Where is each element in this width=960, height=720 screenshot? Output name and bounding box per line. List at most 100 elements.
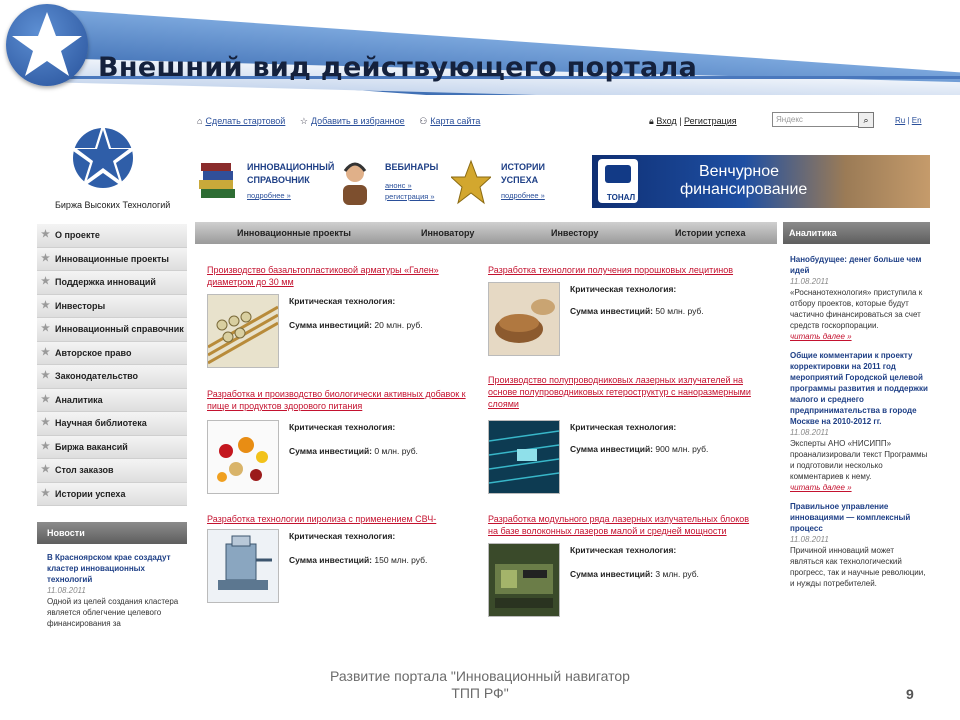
investment-label: Сумма инвестиций: bbox=[570, 306, 654, 316]
analytics-date: 11.08.2011 bbox=[790, 428, 829, 437]
venture-banner[interactable]: ТОНАЛ Венчурное финансирование bbox=[592, 155, 930, 208]
analytics-text: «Роснанотехнология» приступила к отбору … bbox=[790, 288, 923, 330]
investment-label: Сумма инвестиций: bbox=[289, 320, 373, 330]
analytics-title[interactable]: Общие комментарии к проекту корректировк… bbox=[790, 350, 928, 427]
left-nav: О проекте Инновационные проекты Поддержк… bbox=[37, 224, 187, 506]
news-date: 11.08.2011 bbox=[47, 586, 86, 595]
promo-more-link[interactable]: подробнее » bbox=[247, 191, 291, 200]
gold-star-icon bbox=[451, 159, 491, 205]
lecithin-powder-image bbox=[488, 282, 560, 356]
investment-label: Сумма инвестиций: bbox=[570, 569, 654, 579]
register-link[interactable]: Регистрация bbox=[684, 116, 737, 126]
investment-label: Сумма инвестиций: bbox=[289, 446, 373, 456]
nav-item-library[interactable]: Научная библиотека bbox=[37, 412, 187, 436]
top-links: ⌂ Сделать стартовой ☆ Добавить в избранное… bbox=[197, 116, 492, 127]
promo-title-line1: ИННОВАЦИОННЫЙ bbox=[247, 162, 335, 172]
books-icon bbox=[199, 163, 235, 198]
analytics-date: 11.08.2011 bbox=[790, 277, 829, 286]
rebar-image bbox=[207, 294, 279, 368]
nav-item-jobs[interactable]: Биржа вакансий bbox=[37, 435, 187, 459]
tab-investor[interactable]: Инвестору bbox=[551, 228, 598, 238]
analytics-title[interactable]: Нанобудущее: денег больше чем идей bbox=[790, 254, 928, 276]
read-more-link[interactable]: читать далее » bbox=[790, 331, 928, 342]
portal-logo[interactable]: Биржа Высоких Технологий bbox=[47, 112, 187, 212]
login-link[interactable]: Вход bbox=[656, 116, 676, 126]
news-item[interactable]: В Красноярском крае создадут кластер инн… bbox=[47, 552, 183, 629]
lang-ru-link[interactable]: Ru bbox=[895, 116, 905, 125]
news-title[interactable]: В Красноярском крае создадут кластер инн… bbox=[47, 552, 183, 585]
project-title-link[interactable]: Разработка технологии получения порошков… bbox=[488, 264, 758, 276]
login-separator: | bbox=[676, 116, 685, 126]
analytics-list: Нанобудущее: денег больше чем идей 11.08… bbox=[790, 254, 928, 589]
lang-en-link[interactable]: En bbox=[912, 116, 922, 125]
promo-register-link[interactable]: регистрация » bbox=[385, 192, 435, 201]
banner-line1: Венчурное bbox=[698, 163, 780, 180]
add-favorites-link[interactable]: Добавить в избранное bbox=[311, 116, 405, 126]
tab-success-stories[interactable]: Истории успеха bbox=[675, 228, 745, 238]
project-title-link[interactable]: Разработка модульного ряда лазерных излу… bbox=[488, 513, 758, 537]
tab-innovative-projects[interactable]: Инновационные проекты bbox=[237, 228, 351, 238]
promo-more-link[interactable]: подробнее » bbox=[501, 191, 545, 200]
project-card[interactable]: Разработка технологии пиролиза с примене… bbox=[207, 513, 477, 633]
investment-value: 0 млн. руб. bbox=[374, 446, 418, 456]
portal-screenshot: Биржа Высоких Технологий ⌂ Сделать старто… bbox=[37, 104, 930, 644]
star-logo-icon bbox=[6, 4, 88, 86]
critical-tech-label: Критическая технология: bbox=[570, 284, 677, 294]
analytics-item[interactable]: Правильное управление инновациями — комп… bbox=[790, 501, 928, 589]
project-title-link[interactable]: Разработка и производство биологически а… bbox=[207, 388, 477, 412]
nav-item-copyright[interactable]: Авторское право bbox=[37, 341, 187, 365]
analytics-item[interactable]: Нанобудущее: денег больше чем идей 11.08… bbox=[790, 254, 928, 342]
project-card[interactable]: Разработка технологии получения порошков… bbox=[488, 264, 758, 384]
headset-person-icon bbox=[343, 162, 367, 205]
analytics-header: Аналитика bbox=[783, 222, 930, 244]
project-card[interactable]: Производство полупроводниковых лазерных … bbox=[488, 374, 758, 494]
make-start-link[interactable]: Сделать стартовой bbox=[205, 116, 285, 126]
promo-announce-link[interactable]: анонс » bbox=[385, 181, 412, 190]
pyrolysis-unit-image bbox=[207, 529, 279, 603]
promo-title-line2: СПРАВОЧНИК bbox=[247, 175, 310, 185]
investment-value: 3 млн. руб. bbox=[655, 569, 699, 579]
sitemap-icon: ⚇ bbox=[419, 116, 428, 126]
analytics-text: Эксперты АНО «НИСИПП» проанализировали т… bbox=[790, 439, 928, 481]
search-icon[interactable]: ⌕ bbox=[858, 112, 874, 128]
analytics-text: Причиной инноваций может являться как те… bbox=[790, 546, 926, 588]
critical-tech-label: Критическая технология: bbox=[570, 422, 677, 432]
project-card[interactable]: Разработка модульного ряда лазерных излу… bbox=[488, 513, 758, 633]
nav-item-investors[interactable]: Инвесторы bbox=[37, 294, 187, 318]
page-number: 9 bbox=[906, 686, 914, 702]
critical-tech-label: Критическая технология: bbox=[289, 296, 396, 306]
promo-title-line1: ВЕБИНАРЫ bbox=[385, 162, 439, 172]
nav-item-orders[interactable]: Стол заказов bbox=[37, 459, 187, 483]
tonal-brand-text: ТОНАЛ bbox=[606, 193, 636, 202]
banner-line2: финансирование bbox=[680, 181, 808, 198]
analytics-item[interactable]: Общие комментарии к проекту корректировк… bbox=[790, 350, 928, 493]
sitemap-link[interactable]: Карта сайта bbox=[430, 116, 480, 126]
read-more-link[interactable]: читать далее » bbox=[790, 482, 928, 493]
nav-item-support[interactable]: Поддержка инноваций bbox=[37, 271, 187, 295]
project-card[interactable]: Разработка и производство биологически а… bbox=[207, 388, 477, 508]
supplements-image bbox=[207, 420, 279, 494]
nav-item-legislation[interactable]: Законодательство bbox=[37, 365, 187, 389]
critical-tech-label: Критическая технология: bbox=[570, 545, 677, 555]
news-text: Одной из целей создания кластера являетс… bbox=[47, 597, 179, 628]
analytics-date: 11.08.2011 bbox=[790, 535, 829, 544]
star-logo-icon bbox=[69, 122, 137, 188]
project-title-link[interactable]: Производство полупроводниковых лазерных … bbox=[488, 374, 758, 410]
nav-item-projects[interactable]: Инновационные проекты bbox=[37, 247, 187, 271]
laser-chip-image bbox=[488, 420, 560, 494]
slide-footer: Развитие портала "Инновационный навигато… bbox=[330, 668, 630, 701]
nav-item-success[interactable]: Истории успеха bbox=[37, 482, 187, 506]
nav-item-about[interactable]: О проекте bbox=[37, 224, 187, 248]
nav-item-directory[interactable]: Инновационный справочник bbox=[37, 318, 187, 342]
investment-value: 50 млн. руб. bbox=[655, 306, 704, 316]
center-tabs: Инновационные проекты Инноватору Инвесто… bbox=[195, 222, 777, 244]
tab-innovator[interactable]: Инноватору bbox=[421, 228, 474, 238]
critical-tech-label: Критическая технология: bbox=[289, 531, 396, 541]
search-input[interactable]: Яндекс bbox=[772, 112, 859, 127]
tonal-logo: ТОНАЛ bbox=[598, 159, 638, 203]
analytics-title[interactable]: Правильное управление инновациями — комп… bbox=[790, 501, 928, 534]
project-title-link[interactable]: Производство базальтопластиковой арматур… bbox=[207, 264, 477, 288]
nav-item-analytics[interactable]: Аналитика bbox=[37, 388, 187, 412]
home-icon: ⌂ bbox=[197, 116, 203, 126]
project-card[interactable]: Производство базальтопластиковой арматур… bbox=[207, 264, 477, 384]
